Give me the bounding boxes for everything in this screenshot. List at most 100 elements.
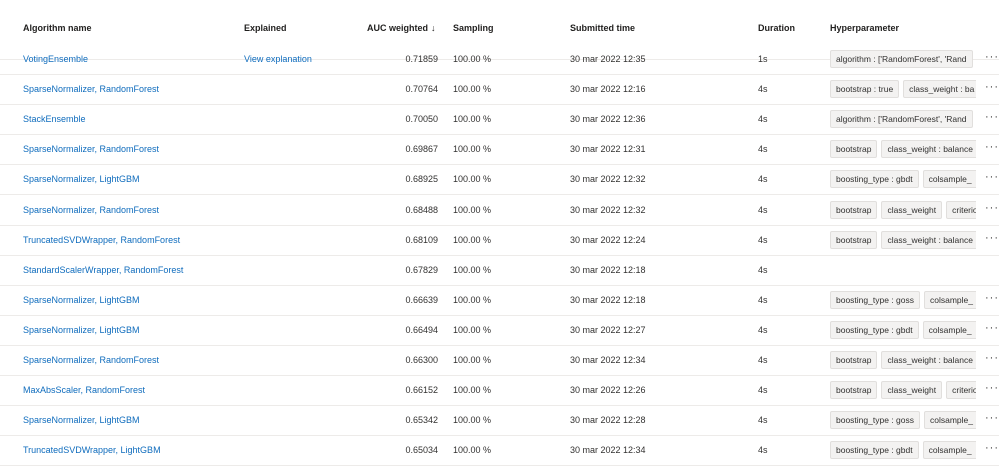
submitted-time-value: 30 mar 2022 12:34 — [570, 355, 646, 365]
column-header-duration[interactable]: Duration — [758, 23, 795, 33]
hyperparameter-tag: bootstrap — [830, 351, 878, 369]
table-row[interactable]: SparseNormalizer, RandomForest 0.68488 100… — [0, 195, 999, 226]
auc-weighted-value: 0.67829 — [405, 264, 438, 275]
algorithm-name-link[interactable]: VotingEnsemble — [23, 44, 233, 74]
hyperparameter-tags: bootstrap class_weight : balance — [830, 140, 976, 159]
submitted-time-value: 30 mar 2022 12:32 — [570, 174, 646, 185]
submitted-time-value: 30 mar 2022 12:26 — [570, 385, 646, 396]
more-options-icon[interactable]: ··· — [985, 435, 999, 465]
duration-value: 4s — [758, 385, 768, 396]
hyperparameter-tag: class_weight — [881, 200, 943, 219]
table-row[interactable]: TruncatedSVDWrapper, LightGBM 0.65034 100.… — [0, 435, 999, 467]
table-row[interactable]: SparseNormalizer, LightGBM 0.68925 100.00 … — [0, 164, 999, 196]
hyperparameter-tag: algorithm : ['RandomForest', 'Rand — [830, 110, 973, 129]
more-options-icon[interactable]: ··· — [985, 164, 999, 194]
hyperparameter-tag: bootstrap — [830, 230, 878, 249]
sampling-value: 100.00 % — [453, 144, 492, 155]
column-header-submitted-time[interactable]: Submitted time — [570, 23, 635, 33]
submitted-time-value: 30 mar 2022 12:24 — [570, 234, 646, 245]
sampling-value: 100.00 % — [453, 204, 492, 215]
submitted-time-value: 30 mar 2022 12:18 — [570, 264, 646, 275]
hyperparameter-tag: class_weight : balance — [881, 230, 976, 249]
table-row[interactable]: MaxAbsScaler, RandomForest 0.66152 100.00 … — [0, 375, 999, 407]
more-options-icon[interactable]: ··· — [985, 225, 999, 255]
table-row[interactable]: SparseNormalizer, LightGBM 0.66494 100.00 … — [0, 315, 999, 346]
sampling-value: 100.00 % — [453, 264, 492, 275]
hyperparameter-tag: bootstrap — [830, 381, 878, 400]
duration-value: 4s — [758, 174, 768, 185]
table-row[interactable]: SparseNormalizer, RandomForest 0.69867 100… — [0, 134, 999, 166]
more-options-icon[interactable]: ··· — [985, 44, 999, 74]
more-options-icon[interactable]: ··· — [985, 104, 999, 134]
more-options-icon[interactable]: ··· — [985, 315, 999, 345]
hyperparameter-tags: boosting_type : goss colsample_ — [830, 411, 976, 430]
submitted-time-value: 30 mar 2022 12:35 — [570, 54, 646, 64]
table-row[interactable]: StandardScalerWrapper, RandomForest 0.678… — [0, 255, 999, 286]
algorithm-name-link[interactable]: SparseNormalizer, RandomForest — [23, 134, 233, 164]
hyperparameter-tag: class_weight — [881, 381, 943, 400]
column-header-algorithm[interactable]: Algorithm name — [23, 23, 92, 33]
algorithm-name-link[interactable]: StackEnsemble — [23, 104, 233, 134]
column-header-hyperparameter[interactable]: Hyperparameter — [830, 23, 899, 33]
column-header-auc-weighted[interactable]: AUC weighted ↓ — [367, 23, 436, 33]
duration-value: 4s — [758, 324, 768, 335]
hyperparameter-tags: boosting_type : goss colsample_ — [830, 290, 976, 309]
algorithm-name-link[interactable]: SparseNormalizer, RandomForest — [23, 74, 233, 104]
auc-weighted-value: 0.65342 — [405, 415, 438, 426]
table-row[interactable]: TruncatedSVDWrapper, RandomForest 0.68109… — [0, 225, 999, 256]
algorithm-name-link[interactable]: MaxAbsScaler, RandomForest — [23, 375, 233, 405]
more-options-icon[interactable]: ··· — [985, 405, 999, 435]
algorithm-name-link[interactable]: TruncatedSVDWrapper, LightGBM — [23, 435, 233, 465]
table-row[interactable]: VotingEnsemble View explanation 0.71859 100… — [0, 44, 999, 75]
hyperparameter-tag: bootstrap — [830, 200, 878, 219]
submitted-time-value: 30 mar 2022 12:32 — [570, 204, 646, 215]
sampling-value: 100.00 % — [453, 54, 492, 64]
column-header-sampling[interactable]: Sampling — [453, 23, 494, 33]
more-options-icon[interactable]: ··· — [985, 345, 999, 375]
algorithm-name-link[interactable]: SparseNormalizer, LightGBM — [23, 285, 233, 315]
more-options-icon[interactable]: ··· — [985, 285, 999, 315]
duration-value: 4s — [758, 204, 768, 215]
sort-descending-icon: ↓ — [431, 23, 436, 33]
duration-value: 4s — [758, 114, 768, 125]
hyperparameter-tag: boosting_type : gbdt — [830, 170, 919, 189]
table-row[interactable]: SparseNormalizer, RandomForest 0.70764 100… — [0, 74, 999, 106]
sampling-value: 100.00 % — [453, 174, 492, 185]
duration-value: 4s — [758, 264, 768, 275]
table-row[interactable]: SparseNormalizer, RandomForest 0.66300 100… — [0, 345, 999, 376]
sampling-value: 100.00 % — [453, 415, 492, 426]
auc-weighted-value: 0.66494 — [405, 324, 438, 335]
submitted-time-value: 30 mar 2022 12:34 — [570, 445, 646, 456]
table-row[interactable]: SparseNormalizer, LightGBM 0.65342 100.00 … — [0, 405, 999, 437]
auc-weighted-value: 0.70050 — [405, 114, 438, 125]
column-header-explained[interactable]: Explained — [244, 23, 287, 33]
sampling-value: 100.00 % — [453, 324, 492, 335]
more-options-icon[interactable]: ··· — [985, 74, 999, 104]
table-row[interactable]: SparseNormalizer, LightGBM 0.66639 100.00 … — [0, 285, 999, 316]
duration-value: 4s — [758, 294, 768, 305]
algorithm-name-link[interactable]: TruncatedSVDWrapper, RandomForest — [23, 225, 233, 255]
algorithm-name-link[interactable]: SparseNormalizer, LightGBM — [23, 405, 233, 435]
column-header-auc-label: AUC weighted — [367, 23, 429, 33]
algorithm-name-link[interactable]: StandardScalerWrapper, RandomForest — [23, 255, 233, 285]
algorithm-name-link[interactable]: SparseNormalizer, RandomForest — [23, 195, 233, 225]
sampling-value: 100.00 % — [453, 385, 492, 396]
algorithm-name-link[interactable]: SparseNormalizer, RandomForest — [23, 345, 233, 375]
algorithm-name-link[interactable]: SparseNormalizer, LightGBM — [23, 315, 233, 345]
submitted-time-value: 30 mar 2022 12:27 — [570, 324, 646, 335]
more-options-icon[interactable]: ··· — [985, 134, 999, 164]
view-explanation-link[interactable]: View explanation — [244, 44, 354, 74]
table-row[interactable]: StackEnsemble 0.70050 100.00 % 30 mar 2022 … — [0, 104, 999, 136]
hyperparameter-tag: class_weight : ba — [903, 80, 976, 99]
hyperparameter-tag: algorithm : ['RandomForest', 'Rand — [830, 50, 973, 68]
duration-value: 4s — [758, 84, 768, 95]
hyperparameter-tags: boosting_type : gbdt colsample_ — [830, 170, 976, 189]
hyperparameter-tag: colsample_ — [923, 290, 976, 309]
more-options-icon[interactable]: ··· — [985, 375, 999, 405]
more-options-icon[interactable]: ··· — [985, 195, 999, 225]
hyperparameter-tags: boosting_type : gbdt colsample_ — [830, 441, 976, 460]
hyperparameter-tag: criterio — [946, 200, 976, 219]
algorithm-name-link[interactable]: SparseNormalizer, LightGBM — [23, 164, 233, 194]
auc-weighted-value: 0.66639 — [405, 294, 438, 305]
hyperparameter-tags: boosting_type : gbdt colsample_ — [830, 320, 976, 339]
